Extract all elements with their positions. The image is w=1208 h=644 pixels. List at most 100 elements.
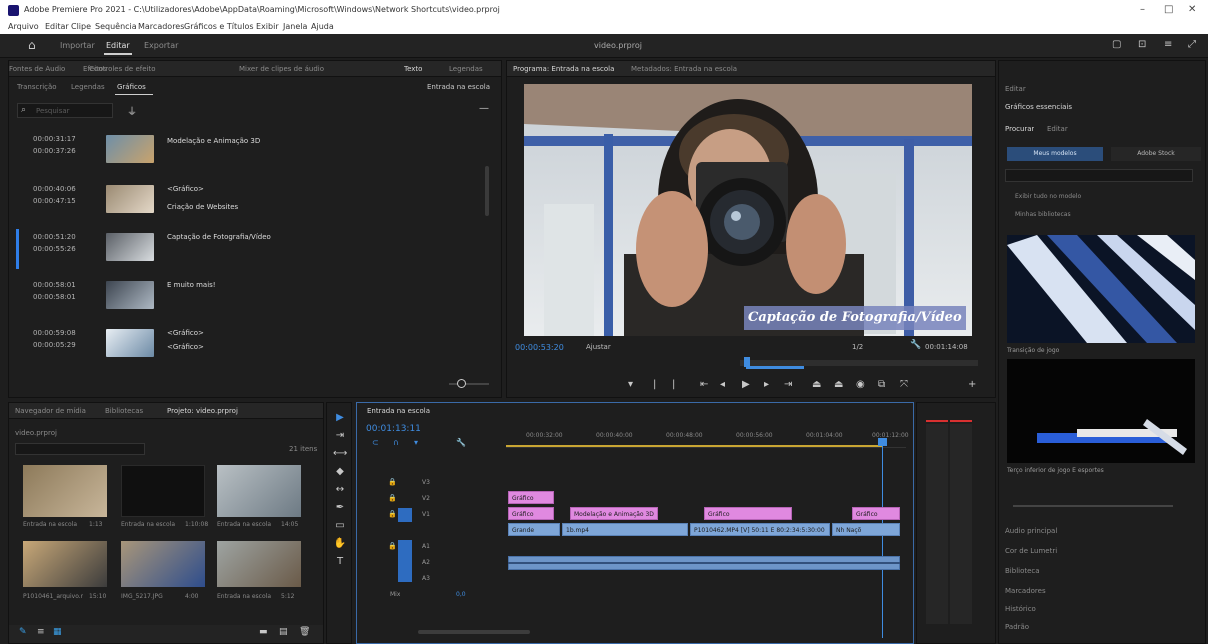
- timeline-playhead[interactable]: [882, 438, 883, 638]
- work-area-bar[interactable]: [506, 445, 882, 447]
- zoom-slider-handle[interactable]: [457, 379, 466, 388]
- section-marcadores[interactable]: Marcadores: [1005, 587, 1046, 595]
- graphic-item[interactable]: 00:00:59:08 00:00:05:29 <Gráfico> <Gráfi…: [19, 323, 489, 369]
- section-historico[interactable]: Histórico: [1005, 605, 1036, 613]
- section-audio-principal[interactable]: Áudio principal: [1005, 527, 1057, 535]
- bin-thumbnail[interactable]: [23, 465, 107, 517]
- go-to-out-icon[interactable]: ⇥: [784, 379, 792, 390]
- timeline-timecode[interactable]: 00:01:13:11: [366, 424, 421, 434]
- type-tool-icon[interactable]: T: [333, 556, 347, 570]
- my-templates-button[interactable]: Meus modelos: [1007, 147, 1103, 161]
- tab-exportar[interactable]: Exportar: [144, 41, 178, 50]
- rectangle-tool-icon[interactable]: ▭: [333, 520, 347, 534]
- fit-dropdown[interactable]: Ajustar: [586, 343, 611, 351]
- tab-editar[interactable]: Editar: [106, 41, 130, 50]
- add-button-icon[interactable]: +: [968, 379, 976, 390]
- settings-icon[interactable]: 🔧: [910, 340, 921, 350]
- bin-thumbnail[interactable]: [121, 541, 205, 587]
- tab-effect-controls[interactable]: Controles de efeito: [89, 65, 229, 73]
- track-lock-icon[interactable]: 🔒: [388, 542, 397, 550]
- ripple-edit-tool-icon[interactable]: ⟷: [333, 448, 347, 462]
- comparison-view-icon[interactable]: ⧉: [878, 379, 885, 390]
- clip-graphic[interactable]: Modelação e Animação 3D: [570, 507, 658, 520]
- clip-video[interactable]: 1b.mp4: [562, 523, 688, 536]
- track-header-v3[interactable]: 🔒 V3: [360, 476, 506, 490]
- bin-thumbnail[interactable]: [217, 465, 301, 517]
- icon-view-icon[interactable]: ▦: [53, 627, 62, 637]
- slip-tool-icon[interactable]: ↔: [333, 484, 347, 498]
- section-padrao[interactable]: Padrão: [1005, 623, 1029, 631]
- linked-selection-icon[interactable]: ∩: [393, 438, 399, 447]
- mark-out-icon[interactable]: |: [672, 379, 675, 390]
- pencil-icon[interactable]: ✎: [19, 627, 27, 637]
- list-view-icon[interactable]: ≡: [37, 627, 45, 637]
- track-header-a1[interactable]: 🔒 A1: [360, 540, 506, 554]
- checkbox-my-libraries[interactable]: Minhas bibliotecas: [1015, 211, 1071, 218]
- trash-icon[interactable]: 🗑: [299, 627, 310, 637]
- tab-metadata[interactable]: Metadados: Entrada na escola: [631, 65, 737, 73]
- track-lock-icon[interactable]: 🔒: [388, 478, 397, 486]
- snap-icon[interactable]: ⊂: [372, 438, 379, 447]
- menu-marcadores[interactable]: Marcadores: [138, 22, 184, 31]
- lift-icon[interactable]: ⏏: [812, 379, 821, 390]
- add-marker-icon[interactable]: ▾: [414, 438, 418, 447]
- track-header-a3[interactable]: A3: [360, 572, 506, 586]
- menu-ajuda[interactable]: Ajuda: [311, 22, 334, 31]
- panel-menu-icon[interactable]: —: [479, 103, 489, 114]
- checkbox-show-all[interactable]: Exibir tudo no modelo: [1015, 193, 1081, 200]
- track-select-tool-icon[interactable]: ⇥: [333, 430, 347, 444]
- tab-project[interactable]: Projeto: video.prproj: [167, 407, 238, 415]
- subtab-graficos[interactable]: Gráficos: [117, 83, 146, 91]
- bin-thumbnail[interactable]: [121, 465, 205, 517]
- vr-icon[interactable]: ⤧: [900, 379, 908, 390]
- graphic-item[interactable]: 00:00:58:01 00:00:58:01 E muito mais!: [19, 275, 489, 321]
- program-video-frame[interactable]: Captação de Fotografia/Vídeo: [524, 84, 972, 336]
- subtab-transcricao[interactable]: Transcrição: [17, 83, 57, 91]
- bin-thumbnail[interactable]: [217, 541, 301, 587]
- track-lock-icon[interactable]: 🔒: [388, 494, 397, 502]
- tab-media-browser[interactable]: Navegador de mídia: [15, 407, 86, 415]
- clip-graphic[interactable]: Gráfico: [508, 491, 554, 504]
- panel-title-info[interactable]: Editar: [1005, 85, 1026, 93]
- clip-video[interactable]: Nh Naçõ: [832, 523, 900, 536]
- section-biblioteca[interactable]: Biblioteca: [1005, 567, 1040, 575]
- menu-exibir[interactable]: Exibir: [256, 22, 279, 31]
- timeline-scrollbar[interactable]: [418, 630, 530, 634]
- selection-tool-icon[interactable]: ▶: [333, 412, 347, 426]
- step-forward-icon[interactable]: ▸: [764, 379, 769, 390]
- play-icon[interactable]: ▶: [742, 379, 750, 390]
- quick-export-icon[interactable]: ▢: [1112, 39, 1121, 50]
- timeline-settings-icon[interactable]: 🔧: [456, 438, 466, 447]
- tab-audio-sources[interactable]: Fontes de Áudio: [9, 65, 69, 73]
- maximize-button[interactable]: □: [1164, 4, 1173, 15]
- edit-tab[interactable]: Editar: [1047, 125, 1068, 133]
- mark-in-icon[interactable]: |: [653, 379, 656, 390]
- minimize-button[interactable]: –: [1140, 4, 1145, 15]
- subtab-legendas[interactable]: Legendas: [71, 83, 105, 91]
- panel-title-essential[interactable]: Gráficos essenciais: [1005, 103, 1072, 111]
- program-timecode[interactable]: 00:00:53:20: [515, 343, 564, 352]
- marker-icon[interactable]: ▾: [628, 379, 633, 390]
- graphic-item[interactable]: 00:00:40:06 00:00:47:15 <Gráfico> Criaçã…: [19, 179, 489, 225]
- menu-arquivo[interactable]: Arquivo: [8, 22, 39, 31]
- browse-tab[interactable]: Procurar: [1005, 125, 1034, 133]
- quality-dropdown[interactable]: 1/2: [852, 343, 863, 351]
- mix-value[interactable]: 0,0: [456, 591, 466, 598]
- template-zoom-slider[interactable]: [1013, 505, 1173, 507]
- pen-tool-icon[interactable]: ✒: [333, 502, 347, 516]
- template-thumbnail-lowerthird[interactable]: [1007, 359, 1195, 463]
- graphic-item[interactable]: 00:00:31:17 00:00:37:26 Modelação e Anim…: [19, 129, 489, 175]
- adobe-stock-button[interactable]: Adobe Stock: [1111, 147, 1201, 161]
- workspaces-icon[interactable]: ≡: [1164, 39, 1172, 50]
- menu-clipe[interactable]: Clipe: [71, 22, 91, 31]
- project-search-input[interactable]: [15, 443, 145, 455]
- close-button[interactable]: ✕: [1188, 4, 1196, 15]
- menu-sequencia[interactable]: Sequência: [95, 22, 137, 31]
- step-back-icon[interactable]: ◂: [720, 379, 725, 390]
- zoom-slider[interactable]: [449, 383, 489, 385]
- clip-graphic[interactable]: Gráfico: [852, 507, 900, 520]
- tab-program[interactable]: Programa: Entrada na escola: [513, 65, 614, 73]
- search-input[interactable]: Pesquisar: [36, 107, 70, 115]
- track-header-v2[interactable]: 🔒 V2: [360, 492, 506, 506]
- track-header-v1[interactable]: 🔒 V1: [360, 508, 506, 522]
